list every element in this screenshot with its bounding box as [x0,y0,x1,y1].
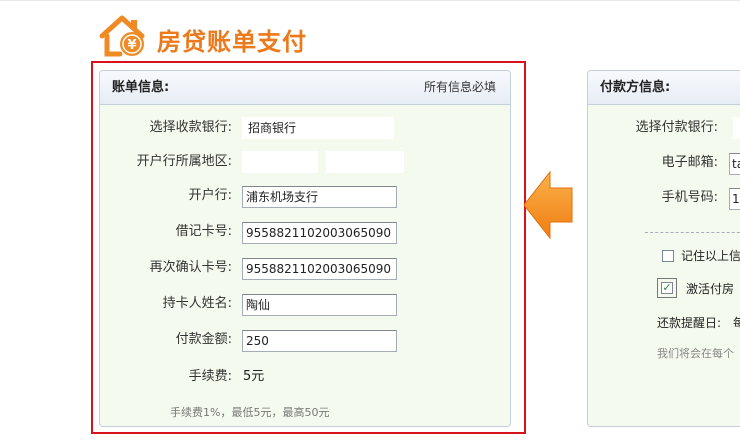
phone-input[interactable]: 1 [729,188,740,210]
house-coin-logo-icon: ¥ [99,15,145,57]
phone-label: 手机号码: [661,190,718,205]
payer-panel-title: 付款方信息: [600,80,671,95]
activate-label: 激活付房 [686,282,735,296]
page-title: 房贷账单支付 [157,28,307,56]
receiving-bank-select[interactable]: 招商银行 [242,117,394,139]
confirm-card-input[interactable]: 9558821102003065090 [242,258,397,280]
debit-card-label: 借记卡号: [175,224,232,239]
receiving-bank-value: 招商银行 [248,121,297,135]
fee-note: 手续费1%，最低5元，最高50元 [170,406,330,419]
email-input[interactable]: ta [729,153,740,175]
activate-checkbox[interactable]: ✓ [661,282,673,294]
reminder-select[interactable]: 每 [733,312,740,334]
email-label: 电子邮箱: [661,155,718,170]
region-label: 开户行所属地区: [136,154,232,169]
bill-panel-header: 账单信息: 所有信息必填 [100,71,510,105]
receiving-bank-label: 选择收款银行: [149,120,232,135]
pay-bank-select[interactable] [733,117,740,139]
holder-name-input[interactable]: 陶仙 [242,294,397,316]
remember-checkbox[interactable] [662,250,674,262]
required-note: 所有信息必填 [423,80,496,94]
top-divider [0,0,740,1]
svg-text:¥: ¥ [127,38,136,53]
branch-label: 开户行: [188,188,232,203]
bill-panel-title: 账单信息: [112,80,170,95]
pay-bank-label: 选择付款银行: [635,120,718,135]
payer-panel-header: 付款方信息: [588,71,740,105]
amount-label: 付款金额: [175,332,232,347]
holder-name-label: 持卡人姓名: [162,296,232,311]
debit-card-input[interactable]: 9558821102003065090 [242,222,397,244]
province-select[interactable] [242,151,318,173]
branch-input[interactable]: 浦东机场支行 [242,186,397,208]
amount-input[interactable]: 250 [242,330,397,352]
fee-value: 5元 [243,369,265,384]
reminder-label: 还款提醒日: [657,316,722,330]
arrow-left-icon [523,170,573,240]
reminder-footer-text: 我们将会在每个 [657,347,734,360]
remember-label: 记住以上信 [681,249,740,263]
fee-label: 手续费: [188,369,232,384]
city-select[interactable] [326,151,404,173]
dashed-divider [645,232,740,233]
confirm-card-label: 再次确认卡号: [149,260,232,275]
